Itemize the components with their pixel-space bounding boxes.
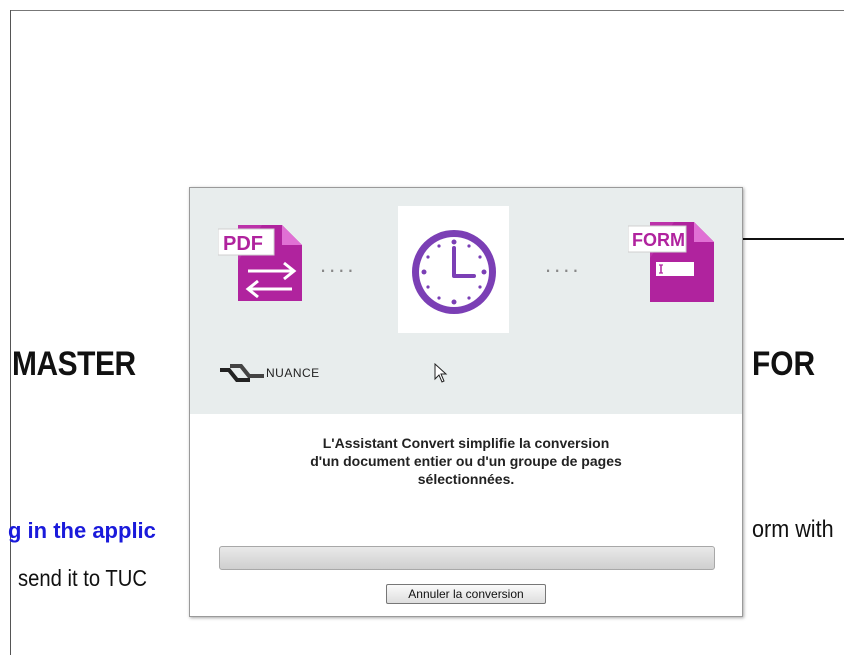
document-text-line1-right: orm with	[752, 516, 834, 543]
progress-dots-left: ....	[320, 252, 357, 277]
conversion-dialog: PDF .... .... FORM NUANCE L'Assistant Co…	[189, 187, 743, 617]
message-line: sélectionnées.	[417, 471, 515, 487]
document-rule	[740, 238, 844, 240]
cancel-conversion-button[interactable]: Annuler la conversion	[386, 584, 546, 604]
document-left-border	[10, 10, 11, 655]
pdf-file-icon: PDF	[218, 225, 302, 301]
progress-dots-right: ....	[545, 252, 582, 277]
document-heading-left: MASTER	[12, 345, 136, 383]
document-text-line2-left: send it to TUC	[18, 565, 148, 591]
svg-text:PDF: PDF	[223, 233, 263, 255]
nuance-mark-icon	[220, 364, 264, 382]
document-top-border	[10, 10, 844, 11]
clock-icon	[412, 230, 496, 314]
message-line: d'un document entier ou d'un groupe de p…	[310, 453, 622, 469]
form-file-icon: FORM	[628, 222, 714, 302]
nuance-brand-text: NUANCE	[266, 366, 320, 380]
nuance-logo: NUANCE	[220, 364, 320, 382]
dialog-message: L'Assistant Convert simplifie la convers…	[250, 434, 682, 488]
message-line: L'Assistant Convert simplifie la convers…	[322, 435, 610, 451]
clock-panel	[398, 206, 509, 333]
svg-text:FORM: FORM	[632, 230, 685, 250]
conversion-progress-bar	[219, 546, 715, 570]
document-heading-right: FOR	[752, 345, 816, 383]
dialog-banner: PDF .... .... FORM NUANCE	[190, 188, 742, 414]
mouse-cursor-icon	[434, 363, 448, 383]
document-text-line1-left: g in the applic	[8, 518, 156, 543]
